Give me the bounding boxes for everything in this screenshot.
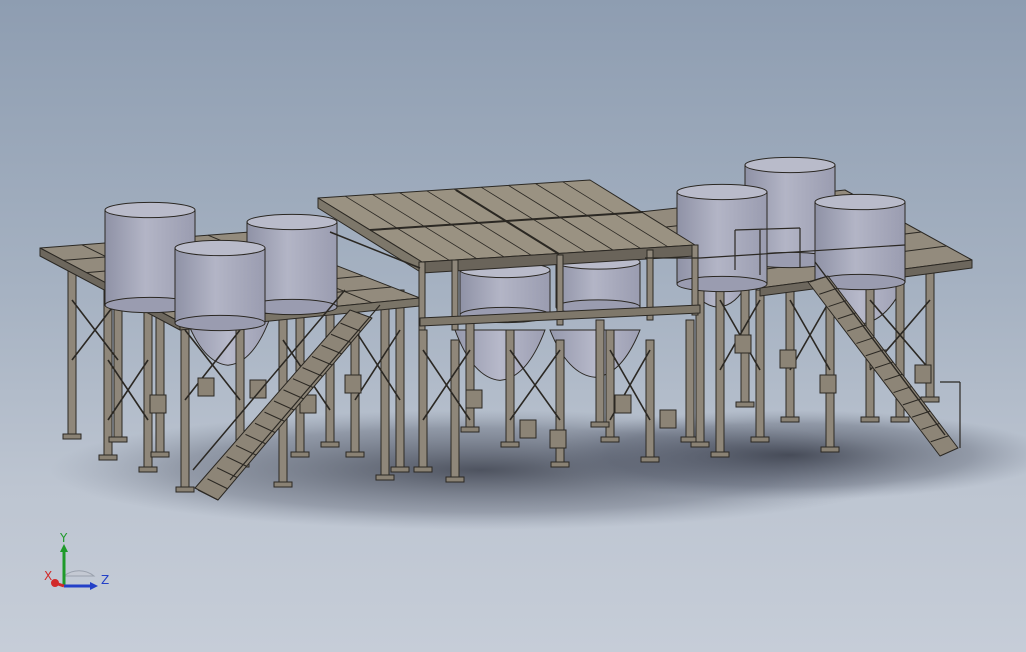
left-platform-column-11 [380,299,390,479]
gusset-plate-9 [659,409,677,429]
tank-left-front-top [174,239,266,257]
steel-structure-model[interactable] [0,0,1026,652]
gusset-plate-6 [519,419,537,439]
gusset-plate-8 [614,394,632,414]
tank-left-back-top [104,201,196,219]
center-platform-column-1 [450,339,460,481]
gusset-plate-5 [465,389,483,409]
left-platform-column-2 [143,289,153,471]
tank-right-left-shell [676,191,768,285]
left-platform-column-5-baseplate [150,451,170,458]
gusset-plate-1 [197,377,215,397]
left-platform-column-9 [325,299,335,446]
graphics-viewport[interactable]: Y X Z [0,0,1026,652]
y-axis-arrow [60,544,68,552]
center-platform-column-4-baseplate [600,436,620,443]
reference-triad: Y X Z [44,531,109,590]
center-platform-column-7 [465,319,475,431]
tank-right-left-bottom-rim [676,275,768,293]
tank-right-left-top [676,183,768,201]
tank-left-front-bottom-rim [174,314,266,332]
gusset-plate-12 [819,374,837,394]
tank-right-back-top [744,156,836,174]
right-platform-column-8-baseplate [690,441,710,448]
left-platform-column-11-baseplate [375,474,395,481]
tank-right-front-top [814,193,906,211]
center-platform-column-0-baseplate [413,466,433,473]
center-platform-column-8-baseplate [590,421,610,428]
triad-base [62,570,96,577]
center-platform-column-1-baseplate [445,476,465,483]
z-axis-arrow [90,582,98,590]
left-platform-column-9-baseplate [320,441,340,448]
z-axis-label: Z [101,573,109,587]
right-platform-column-7-baseplate [735,401,755,408]
left-platform-column-12 [395,289,405,471]
right-platform-column-5-baseplate [890,416,910,423]
center-platform-column-2-baseplate [500,441,520,448]
left-platform-column-7-baseplate [273,481,293,488]
left-platform-column-1-baseplate [98,454,118,461]
center-platform-post-4 [691,244,699,316]
left-platform-column-10-baseplate [345,451,365,458]
right-platform-column-2-baseplate [780,416,800,423]
gusset-plate-11 [779,349,797,369]
left-platform-column-2-baseplate [138,466,158,473]
tank-left-mid-top [246,213,338,231]
left-platform-column-0 [67,269,77,438]
left-platform-column-12-baseplate [390,466,410,473]
right-platform-column-4-baseplate [860,416,880,423]
gusset-plate-10 [734,334,752,354]
left-platform-column-3-baseplate [175,486,195,493]
center-platform-column-3-baseplate [550,461,570,468]
center-platform-column-5 [645,339,655,461]
left-platform-column-4-baseplate [108,436,128,443]
gusset-plate-4 [344,374,362,394]
right-platform-column-3-baseplate [820,446,840,453]
x-axis-label: X [44,569,52,583]
center-platform-column-2 [505,329,515,446]
y-axis-label: Y [59,531,68,545]
left-platform-column-8-baseplate [290,451,310,458]
gusset-plate-2 [249,379,267,399]
center-platform-column-7-baseplate [460,426,480,433]
center-platform-column-6 [685,319,695,441]
tank-left-front-shell [174,247,266,324]
right-platform-column-1-baseplate [750,436,770,443]
gusset-plate-0 [149,394,167,414]
center-platform-column-5-baseplate [640,456,660,463]
right-platform-column-0-baseplate [710,451,730,458]
gusset-plate-14 [914,364,932,384]
center-platform-column-8 [595,319,605,426]
left-platform-column-0-baseplate [62,433,82,440]
right-platform-column-6-baseplate [920,396,940,403]
gusset-plate-7 [549,429,567,449]
tank-right-front-shell [814,201,906,283]
